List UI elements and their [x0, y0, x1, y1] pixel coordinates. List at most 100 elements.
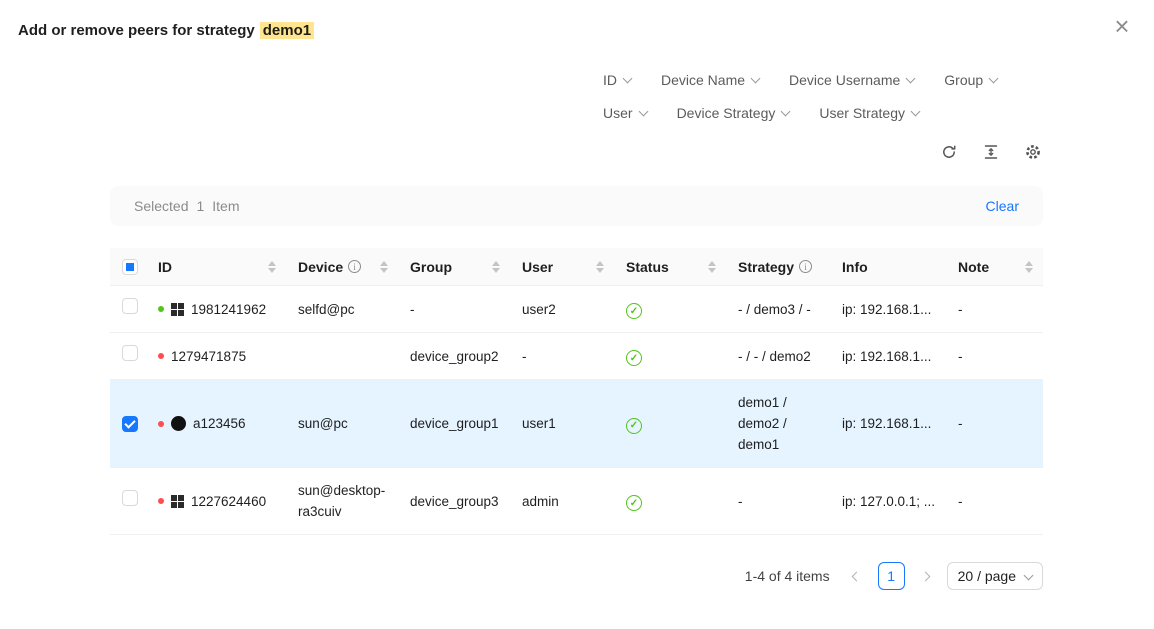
online-status-dot — [158, 306, 164, 312]
peer-device: selfd@pc — [286, 286, 398, 333]
apple-icon — [171, 416, 186, 431]
info-circle-icon — [348, 260, 361, 273]
peer-user: admin — [510, 468, 614, 535]
offline-status-dot — [158, 421, 164, 427]
header-strategy: Strategy — [726, 248, 830, 286]
selection-suffix: Item — [212, 198, 239, 214]
pagination: 1-4 of 4 items 1 20 / page — [110, 562, 1043, 590]
filter-device-strategy[interactable]: Device Strategy — [677, 105, 790, 121]
modal-title: Add or remove peers for strategy demo1 — [18, 20, 1130, 42]
column-height-icon[interactable] — [981, 142, 1001, 162]
peer-device: sun@pc — [286, 380, 398, 468]
chevron-down-icon — [781, 106, 791, 116]
row-checkbox[interactable] — [122, 298, 138, 314]
filter-group[interactable]: Group — [944, 72, 997, 88]
peer-strategy: - / - / demo2 — [726, 333, 830, 380]
peer-strategy: demo1 / demo2 / demo1 — [726, 380, 830, 468]
peer-user: user2 — [510, 286, 614, 333]
selection-bar: Selected 1 Item Clear — [110, 186, 1043, 226]
header-status-label: Status — [626, 259, 669, 275]
selection-count: 1 — [196, 198, 204, 214]
table-header-row: ID Device Group — [110, 248, 1043, 286]
peer-group: - — [398, 286, 510, 333]
table-toolbar — [110, 142, 1043, 162]
chevron-down-icon — [911, 106, 921, 116]
peer-device: sun@desktop-ra3cuiv — [286, 468, 398, 535]
peer-id: a123456 — [193, 413, 246, 434]
peer-id: 1279471875 — [171, 346, 246, 367]
header-note[interactable]: Note — [946, 248, 1043, 286]
header-device-label: Device — [298, 259, 343, 275]
chevron-down-icon — [1024, 570, 1034, 580]
peer-note: - — [946, 468, 1043, 535]
filter-device-username[interactable]: Device Username — [789, 72, 914, 88]
info-circle-icon — [799, 260, 812, 273]
header-group[interactable]: Group — [398, 248, 510, 286]
page-number-button[interactable]: 1 — [878, 562, 905, 590]
peer-group: device_group3 — [398, 468, 510, 535]
status-ok-icon — [626, 350, 642, 366]
row-checkbox[interactable] — [122, 490, 138, 506]
next-page-icon[interactable] — [915, 564, 937, 588]
filter-row-1: ID Device Name Device Username Group — [603, 72, 1130, 88]
clear-selection-link[interactable]: Clear — [986, 198, 1019, 214]
filter-id-label: ID — [603, 72, 617, 88]
peer-group: device_group1 — [398, 380, 510, 468]
header-strategy-label: Strategy — [738, 259, 794, 275]
peer-group: device_group2 — [398, 333, 510, 380]
peer-user: - — [510, 333, 614, 380]
select-all-checkbox[interactable] — [122, 259, 138, 275]
table-row: 1279471875 device_group2 - - / - / demo2… — [110, 333, 1043, 380]
filter-user-strategy[interactable]: User Strategy — [819, 105, 919, 121]
header-status[interactable]: Status — [614, 248, 726, 286]
sort-icon — [268, 261, 278, 273]
close-icon[interactable] — [1108, 12, 1136, 40]
filter-group-label: Group — [944, 72, 983, 88]
header-id[interactable]: ID — [146, 248, 286, 286]
sort-icon — [492, 261, 502, 273]
chevron-down-icon — [906, 73, 916, 83]
chevron-down-icon — [751, 73, 761, 83]
chevron-down-icon — [989, 73, 999, 83]
filter-device-name-label: Device Name — [661, 72, 745, 88]
selection-prefix: Selected — [134, 198, 188, 214]
header-note-label: Note — [958, 259, 989, 275]
strategy-name-highlight: demo1 — [260, 22, 314, 39]
modal-title-text: Add or remove peers for strategy — [18, 22, 255, 39]
offline-status-dot — [158, 498, 164, 504]
filter-device-name[interactable]: Device Name — [661, 72, 759, 88]
header-group-label: Group — [410, 259, 452, 275]
settings-gear-icon[interactable] — [1023, 142, 1043, 162]
peer-note: - — [946, 286, 1043, 333]
row-checkbox[interactable] — [122, 416, 138, 432]
peer-device — [286, 333, 398, 380]
header-id-label: ID — [158, 259, 172, 275]
prev-page-icon[interactable] — [846, 564, 868, 588]
page-size-select[interactable]: 20 / page — [947, 562, 1043, 590]
sort-icon — [1025, 261, 1035, 273]
filter-user[interactable]: User — [603, 105, 647, 121]
row-checkbox[interactable] — [122, 345, 138, 361]
filter-device-username-label: Device Username — [789, 72, 900, 88]
header-user[interactable]: User — [510, 248, 614, 286]
peer-note: - — [946, 333, 1043, 380]
filter-user-label: User — [603, 105, 633, 121]
peer-user: user1 — [510, 380, 614, 468]
peers-table: ID Device Group — [110, 248, 1043, 535]
status-ok-icon — [626, 418, 642, 434]
selection-summary: Selected 1 Item — [134, 198, 240, 214]
offline-status-dot — [158, 353, 164, 359]
reload-icon[interactable] — [939, 142, 959, 162]
status-ok-icon — [626, 495, 642, 511]
peer-id: 1227624460 — [191, 491, 266, 512]
peer-id: 1981241962 — [191, 299, 266, 320]
peer-info: ip: 127.0.0.1; ... — [830, 468, 946, 535]
sort-icon — [380, 261, 390, 273]
sort-icon — [596, 261, 606, 273]
filter-id[interactable]: ID — [603, 72, 631, 88]
chevron-down-icon — [638, 106, 648, 116]
pagination-total: 1-4 of 4 items — [745, 568, 830, 584]
header-device[interactable]: Device — [286, 248, 398, 286]
header-info: Info — [830, 248, 946, 286]
chevron-down-icon — [623, 73, 633, 83]
